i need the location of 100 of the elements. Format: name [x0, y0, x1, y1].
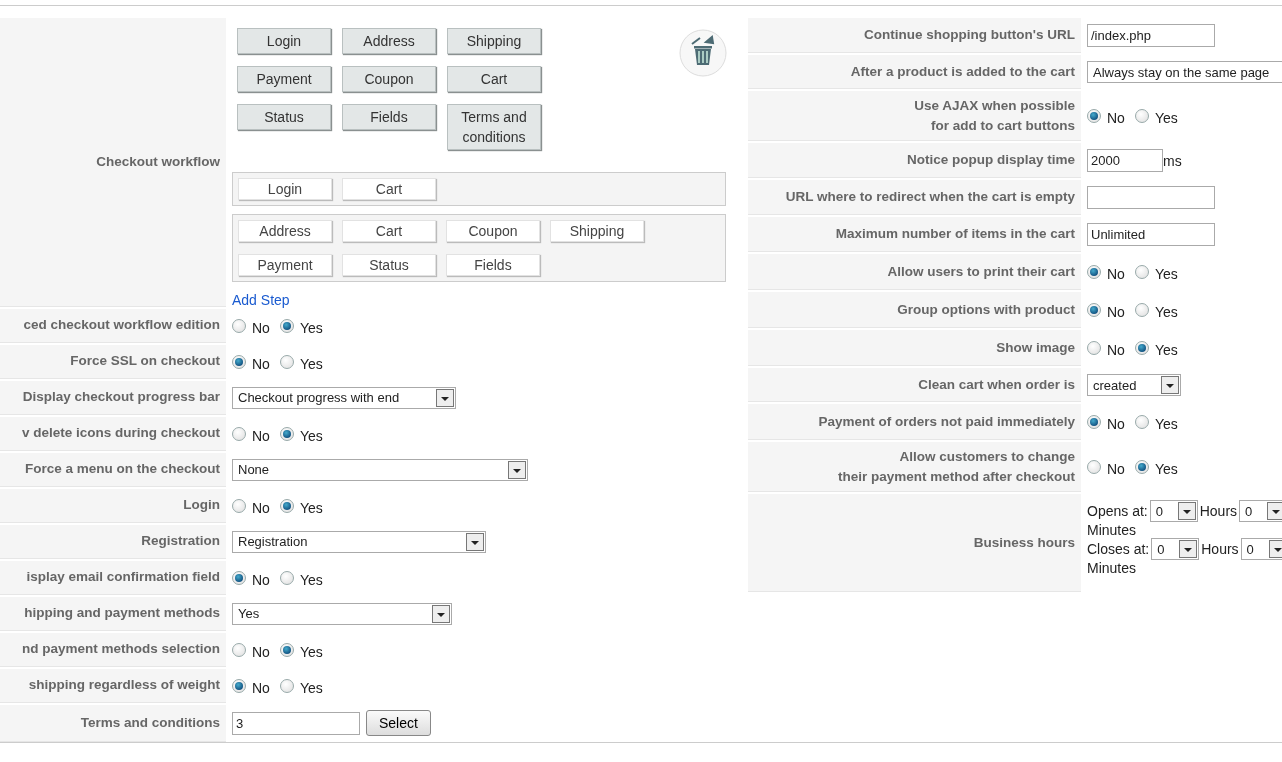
radio-label: No: [252, 318, 270, 336]
dropdown[interactable]: 0: [1240, 538, 1282, 560]
caret-icon: [1267, 502, 1282, 520]
field-label: Notice popup display time: [906, 151, 1075, 169]
radio-button[interactable]: [232, 570, 246, 585]
radio-button[interactable]: [279, 354, 294, 369]
caret-icon: [466, 532, 484, 551]
radio-button[interactable]: [232, 642, 246, 657]
field-label: Checkout workflow: [96, 152, 220, 171]
radio-label: No: [252, 354, 270, 372]
caret-icon: [1179, 540, 1198, 558]
dropdown[interactable]: None: [232, 458, 528, 481]
select-button[interactable]: Select: [366, 710, 431, 737]
field-label: Login: [183, 496, 220, 515]
caret-icon: [508, 460, 526, 479]
radio-button[interactable]: [1134, 303, 1149, 317]
time-label: Closes at:: [1087, 541, 1150, 557]
radio-button[interactable]: [1087, 109, 1101, 123]
text-field[interactable]: /index.php: [1087, 24, 1215, 47]
dropdown[interactable]: Always stay on the same page: [1087, 61, 1282, 83]
radio-button[interactable]: [1087, 265, 1101, 279]
step-button[interactable]: Status: [237, 104, 331, 130]
radio-button[interactable]: [1087, 460, 1101, 474]
time-label: Opens at:: [1087, 503, 1148, 519]
radio-button[interactable]: [1134, 415, 1149, 429]
field-label: Clean cart when order is: [918, 375, 1075, 394]
radio-label: Yes: [299, 318, 323, 336]
radio-button[interactable]: [1087, 415, 1101, 429]
field-label: hipping and payment methods: [24, 604, 220, 623]
radio-label: Yes: [1154, 265, 1178, 282]
step-button[interactable]: Login: [237, 28, 331, 54]
step-button[interactable]: Fields: [342, 104, 436, 130]
step-chip[interactable]: Payment: [238, 254, 332, 276]
add-step-link[interactable]: Add Step: [232, 292, 290, 308]
dropdown[interactable]: Checkout progress with end: [232, 386, 456, 409]
dropdown[interactable]: Yes: [232, 602, 452, 625]
radio-button[interactable]: [232, 354, 246, 369]
caret-icon: [436, 388, 454, 407]
radio-button[interactable]: [1087, 303, 1101, 317]
radio-button[interactable]: [279, 318, 294, 333]
radio-button[interactable]: [232, 678, 246, 693]
radio-label: Yes: [1154, 415, 1178, 432]
field-label: Display checkout progress bar: [22, 388, 220, 407]
radio-button[interactable]: [232, 426, 246, 441]
dropdown[interactable]: 0: [1151, 538, 1200, 560]
radio-label: No: [252, 642, 270, 660]
step-button[interactable]: Shipping: [447, 28, 541, 54]
text-field[interactable]: 3: [232, 711, 360, 735]
dropdown[interactable]: created: [1087, 374, 1181, 396]
dropdown[interactable]: 0: [1239, 500, 1282, 522]
hours-label: Hours: [1199, 503, 1238, 519]
radio-button[interactable]: [279, 642, 294, 657]
radio-button[interactable]: [1134, 109, 1149, 123]
hours-label: Hours: [1201, 541, 1239, 557]
minutes-label: Minutes: [1087, 522, 1137, 538]
step-button[interactable]: Coupon: [342, 66, 436, 92]
radio-button[interactable]: [279, 426, 294, 441]
radio-button[interactable]: [279, 570, 294, 585]
step-chip[interactable]: Coupon: [446, 220, 540, 242]
radio-button[interactable]: [279, 678, 294, 693]
radio-label: Yes: [1154, 460, 1178, 477]
radio-button[interactable]: [279, 498, 294, 513]
step-button[interactable]: Terms and conditions: [447, 104, 541, 150]
radio-label: No: [1107, 415, 1125, 432]
radio-button[interactable]: [1134, 460, 1149, 474]
radio-button[interactable]: [232, 498, 246, 513]
step-button[interactable]: Payment: [237, 66, 331, 92]
dropdown[interactable]: Registration: [232, 530, 486, 553]
trash-icon[interactable]: [678, 28, 728, 78]
field-label: shipping regardless of weight: [28, 676, 220, 695]
step-chip[interactable]: Address: [238, 220, 332, 242]
radio-label: Yes: [299, 498, 323, 516]
step-chip[interactable]: Shipping: [550, 220, 644, 242]
field-label: Terms and conditions: [80, 713, 220, 732]
radio-label: Yes: [299, 354, 323, 372]
field-label: nd payment methods selection: [21, 640, 220, 659]
step-button[interactable]: Address: [342, 28, 436, 54]
radio-label: Yes: [299, 570, 323, 588]
field-label: Continue shopping button's URL: [864, 26, 1075, 44]
dropdown[interactable]: 0: [1149, 500, 1198, 522]
step-chip[interactable]: Cart: [342, 220, 436, 242]
minutes-label: Minutes: [1087, 560, 1137, 576]
radio-button[interactable]: [1087, 341, 1101, 355]
step-chip[interactable]: Login: [238, 178, 332, 200]
caret-icon: [1161, 376, 1179, 394]
radio-label: No: [1107, 109, 1125, 126]
field-label: Business hours: [973, 533, 1075, 552]
radio-button[interactable]: [1134, 341, 1149, 355]
step-button[interactable]: Cart: [447, 66, 541, 92]
text-field[interactable]: Unlimited: [1087, 223, 1215, 246]
text-field[interactable]: 2000: [1087, 149, 1163, 172]
radio-button[interactable]: [1134, 265, 1149, 279]
field-label: Allow users to print their cart: [887, 262, 1075, 281]
text-field[interactable]: [1087, 186, 1215, 209]
step-chip[interactable]: Cart: [342, 178, 436, 200]
radio-button[interactable]: [232, 318, 246, 333]
radio-label: No: [252, 678, 270, 696]
step-chip[interactable]: Status: [342, 254, 436, 276]
field-label: Show image: [996, 338, 1075, 357]
step-chip[interactable]: Fields: [446, 254, 540, 276]
